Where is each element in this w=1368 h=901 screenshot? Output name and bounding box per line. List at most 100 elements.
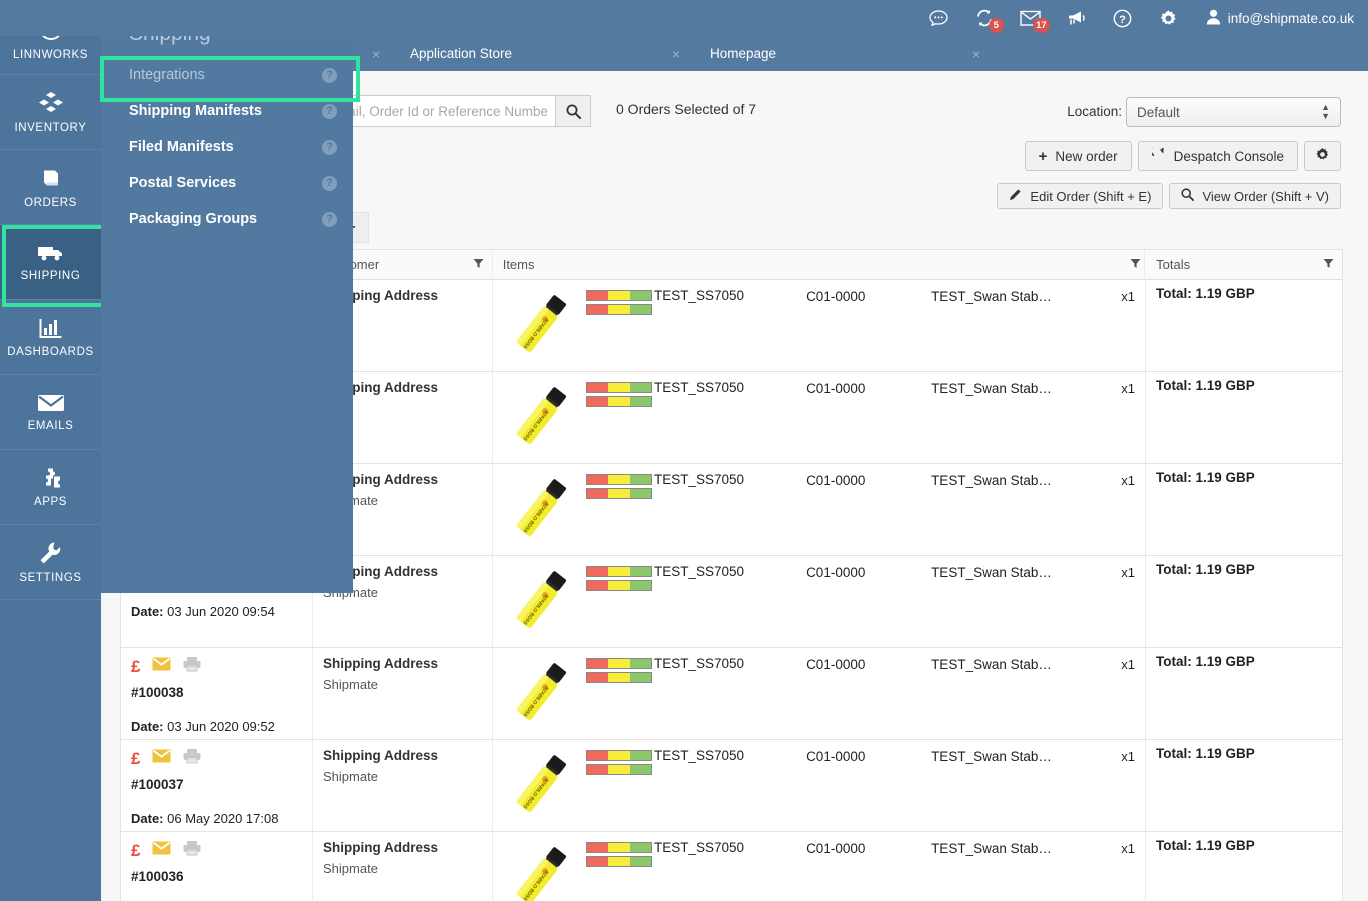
search-icon	[1181, 188, 1195, 204]
flyout-item-packaging-groups[interactable]: Packaging Groups?	[101, 204, 353, 234]
search-button[interactable]	[555, 95, 591, 127]
email-icon[interactable]	[152, 657, 171, 676]
flyout-item-filed-manifests[interactable]: Filed Manifests?	[101, 132, 353, 162]
user-menu[interactable]: info@shipmate.co.uk	[1206, 9, 1354, 28]
print-icon[interactable]	[183, 748, 201, 769]
gear-icon[interactable]	[1156, 6, 1182, 30]
product-image: STABILO BOSS	[515, 847, 566, 901]
table-header-totals[interactable]: Totals	[1130, 250, 1342, 280]
filter-icon[interactable]	[473, 257, 484, 272]
item-code: C01-0000	[806, 565, 866, 580]
table-row[interactable]: £ #100038 Date: 03 Jun 2020 09:52 Shipping …	[121, 648, 1342, 740]
sidebar-item-shipping[interactable]: SHIPPING	[0, 225, 107, 307]
flyout-item-shipping-manifests[interactable]: Shipping Manifests?	[101, 96, 353, 126]
secondary-button-row: Edit Order (Shift + E) View Order (Shift…	[997, 183, 1341, 209]
stock-color-bars	[586, 566, 652, 591]
location-label: Location:	[1067, 104, 1122, 119]
tab-homepage[interactable]: Homepage ×	[702, 36, 1002, 71]
order-total: Total: 1.19 GBP	[1156, 286, 1255, 301]
search-input[interactable]	[319, 95, 556, 127]
item-qty: x1	[1121, 289, 1135, 304]
tab-close-icon[interactable]: ×	[672, 46, 680, 62]
top-bar: 5 17 ? info@shipmate.co.uk	[0, 0, 1368, 36]
location-select[interactable]: Default ▲ ▼	[1126, 97, 1341, 127]
sidebar-item-emails[interactable]: EMAILS	[0, 375, 101, 450]
tab-label: Homepage	[710, 46, 777, 61]
tab-close-icon[interactable]: ×	[972, 46, 980, 62]
help-icon[interactable]: ?	[322, 211, 337, 227]
flyout-item-list: Integrations? Shipping Manifests? Filed Ma…	[100, 56, 360, 234]
stock-color-bars	[586, 658, 652, 683]
sidebar-item-label: APPS	[33, 495, 68, 508]
filter-icon[interactable]	[1130, 257, 1141, 272]
email-icon[interactable]	[152, 841, 171, 860]
edit-order-button[interactable]: Edit Order (Shift + E)	[997, 183, 1164, 209]
flyout-item-integrations[interactable]: Integrations?	[100, 56, 360, 102]
table-row[interactable]: £ #100037 Date: 06 May 2020 17:08 Shipping …	[121, 740, 1342, 832]
tab-label: Application Store	[410, 46, 513, 61]
item-sku: TEST_SS7050	[654, 472, 745, 487]
item-code: C01-0000	[806, 289, 866, 304]
avatar-icon	[1206, 9, 1221, 28]
despatch-console-label: Despatch Console	[1173, 148, 1284, 164]
item-qty: x1	[1121, 381, 1135, 396]
tab-application-store[interactable]: Application Store ×	[401, 36, 702, 71]
shipping-flyout-menu: Shipping Integrations?Shipping Manifests…	[100, 0, 360, 593]
sync-icon[interactable]: 5	[972, 6, 1004, 33]
help-icon[interactable]: ?	[322, 175, 337, 191]
chat-icon[interactable]	[926, 6, 952, 30]
help-icon[interactable]: ?	[322, 67, 337, 83]
new-order-button[interactable]: + New order	[1024, 141, 1132, 171]
order-total: Total: 1.19 GBP	[1156, 470, 1255, 485]
megaphone-icon[interactable]	[1064, 6, 1090, 30]
table-header-items-label: Items	[502, 257, 535, 272]
item-sku: TEST_SS7050	[654, 840, 745, 855]
product-image: STABILO BOSS	[515, 387, 566, 444]
product-thumbnail: STABILO BOSS	[503, 562, 578, 638]
product-thumbnail: STABILO BOSS	[503, 286, 578, 362]
sync-badge: 5	[988, 18, 1004, 33]
flyout-item-label: Shipping Manifests	[129, 103, 262, 119]
item-qty: x1	[1121, 473, 1135, 488]
email-icon[interactable]	[152, 749, 171, 768]
help-icon[interactable]: ?	[322, 139, 337, 155]
sidebar-item-settings[interactable]: SETTINGS	[0, 525, 101, 600]
table-row[interactable]: £#100036Date: Shipping AddressShipmateST…	[121, 832, 1342, 901]
despatch-console-button[interactable]: Despatch Console	[1137, 141, 1298, 171]
paid-status-icon[interactable]: £	[131, 750, 140, 767]
stock-color-bars	[586, 474, 652, 499]
print-icon[interactable]	[183, 840, 201, 861]
sidebar-item-dashboards[interactable]: DASHBOARDS	[0, 300, 101, 375]
stepper-icon: ▲ ▼	[1321, 102, 1330, 121]
sidebar-item-orders[interactable]: ORDERS	[0, 150, 101, 225]
view-order-button[interactable]: View Order (Shift + V)	[1169, 183, 1341, 209]
sidebar-item-inventory[interactable]: INVENTORY	[0, 75, 101, 150]
flyout-item-label: Integrations	[129, 67, 205, 83]
tab-close-icon[interactable]: ×	[372, 46, 380, 62]
item-name: TEST_Swan Stab…	[931, 473, 1052, 488]
flyout-item-postal-services[interactable]: Postal Services?	[101, 168, 353, 198]
order-date: Date: 03 Jun 2020 09:52	[131, 719, 302, 734]
mail-icon[interactable]: 17	[1018, 6, 1050, 33]
product-image: STABILO BOSS	[515, 663, 566, 720]
item-code: C01-0000	[806, 657, 866, 672]
item-sku: TEST_SS7050	[654, 288, 745, 303]
row-action-icons: £	[131, 840, 302, 861]
sidebar-item-label: ORDERS	[24, 196, 77, 209]
paid-status-icon[interactable]: £	[131, 658, 140, 675]
table-settings-button[interactable]	[1304, 141, 1341, 171]
wrench-icon	[39, 541, 63, 565]
puzzle-icon	[39, 467, 63, 489]
product-thumbnail: STABILO BOSS	[503, 838, 578, 901]
paid-status-icon[interactable]: £	[131, 842, 140, 859]
print-icon[interactable]	[183, 656, 201, 677]
flyout-item-label: Filed Manifests	[129, 139, 234, 155]
filter-icon[interactable]	[1323, 257, 1334, 272]
order-total: Total: 1.19 GBP	[1156, 654, 1255, 669]
sidebar-item-apps[interactable]: APPS	[0, 450, 101, 525]
help-icon[interactable]: ?	[1110, 6, 1136, 30]
order-number: #100036	[131, 869, 184, 884]
shipping-address-sub: Shipmate	[323, 769, 378, 784]
help-icon[interactable]: ?	[322, 103, 337, 119]
top-bar-icons: 5 17 ? info@shipmate.co.uk	[926, 6, 1354, 33]
